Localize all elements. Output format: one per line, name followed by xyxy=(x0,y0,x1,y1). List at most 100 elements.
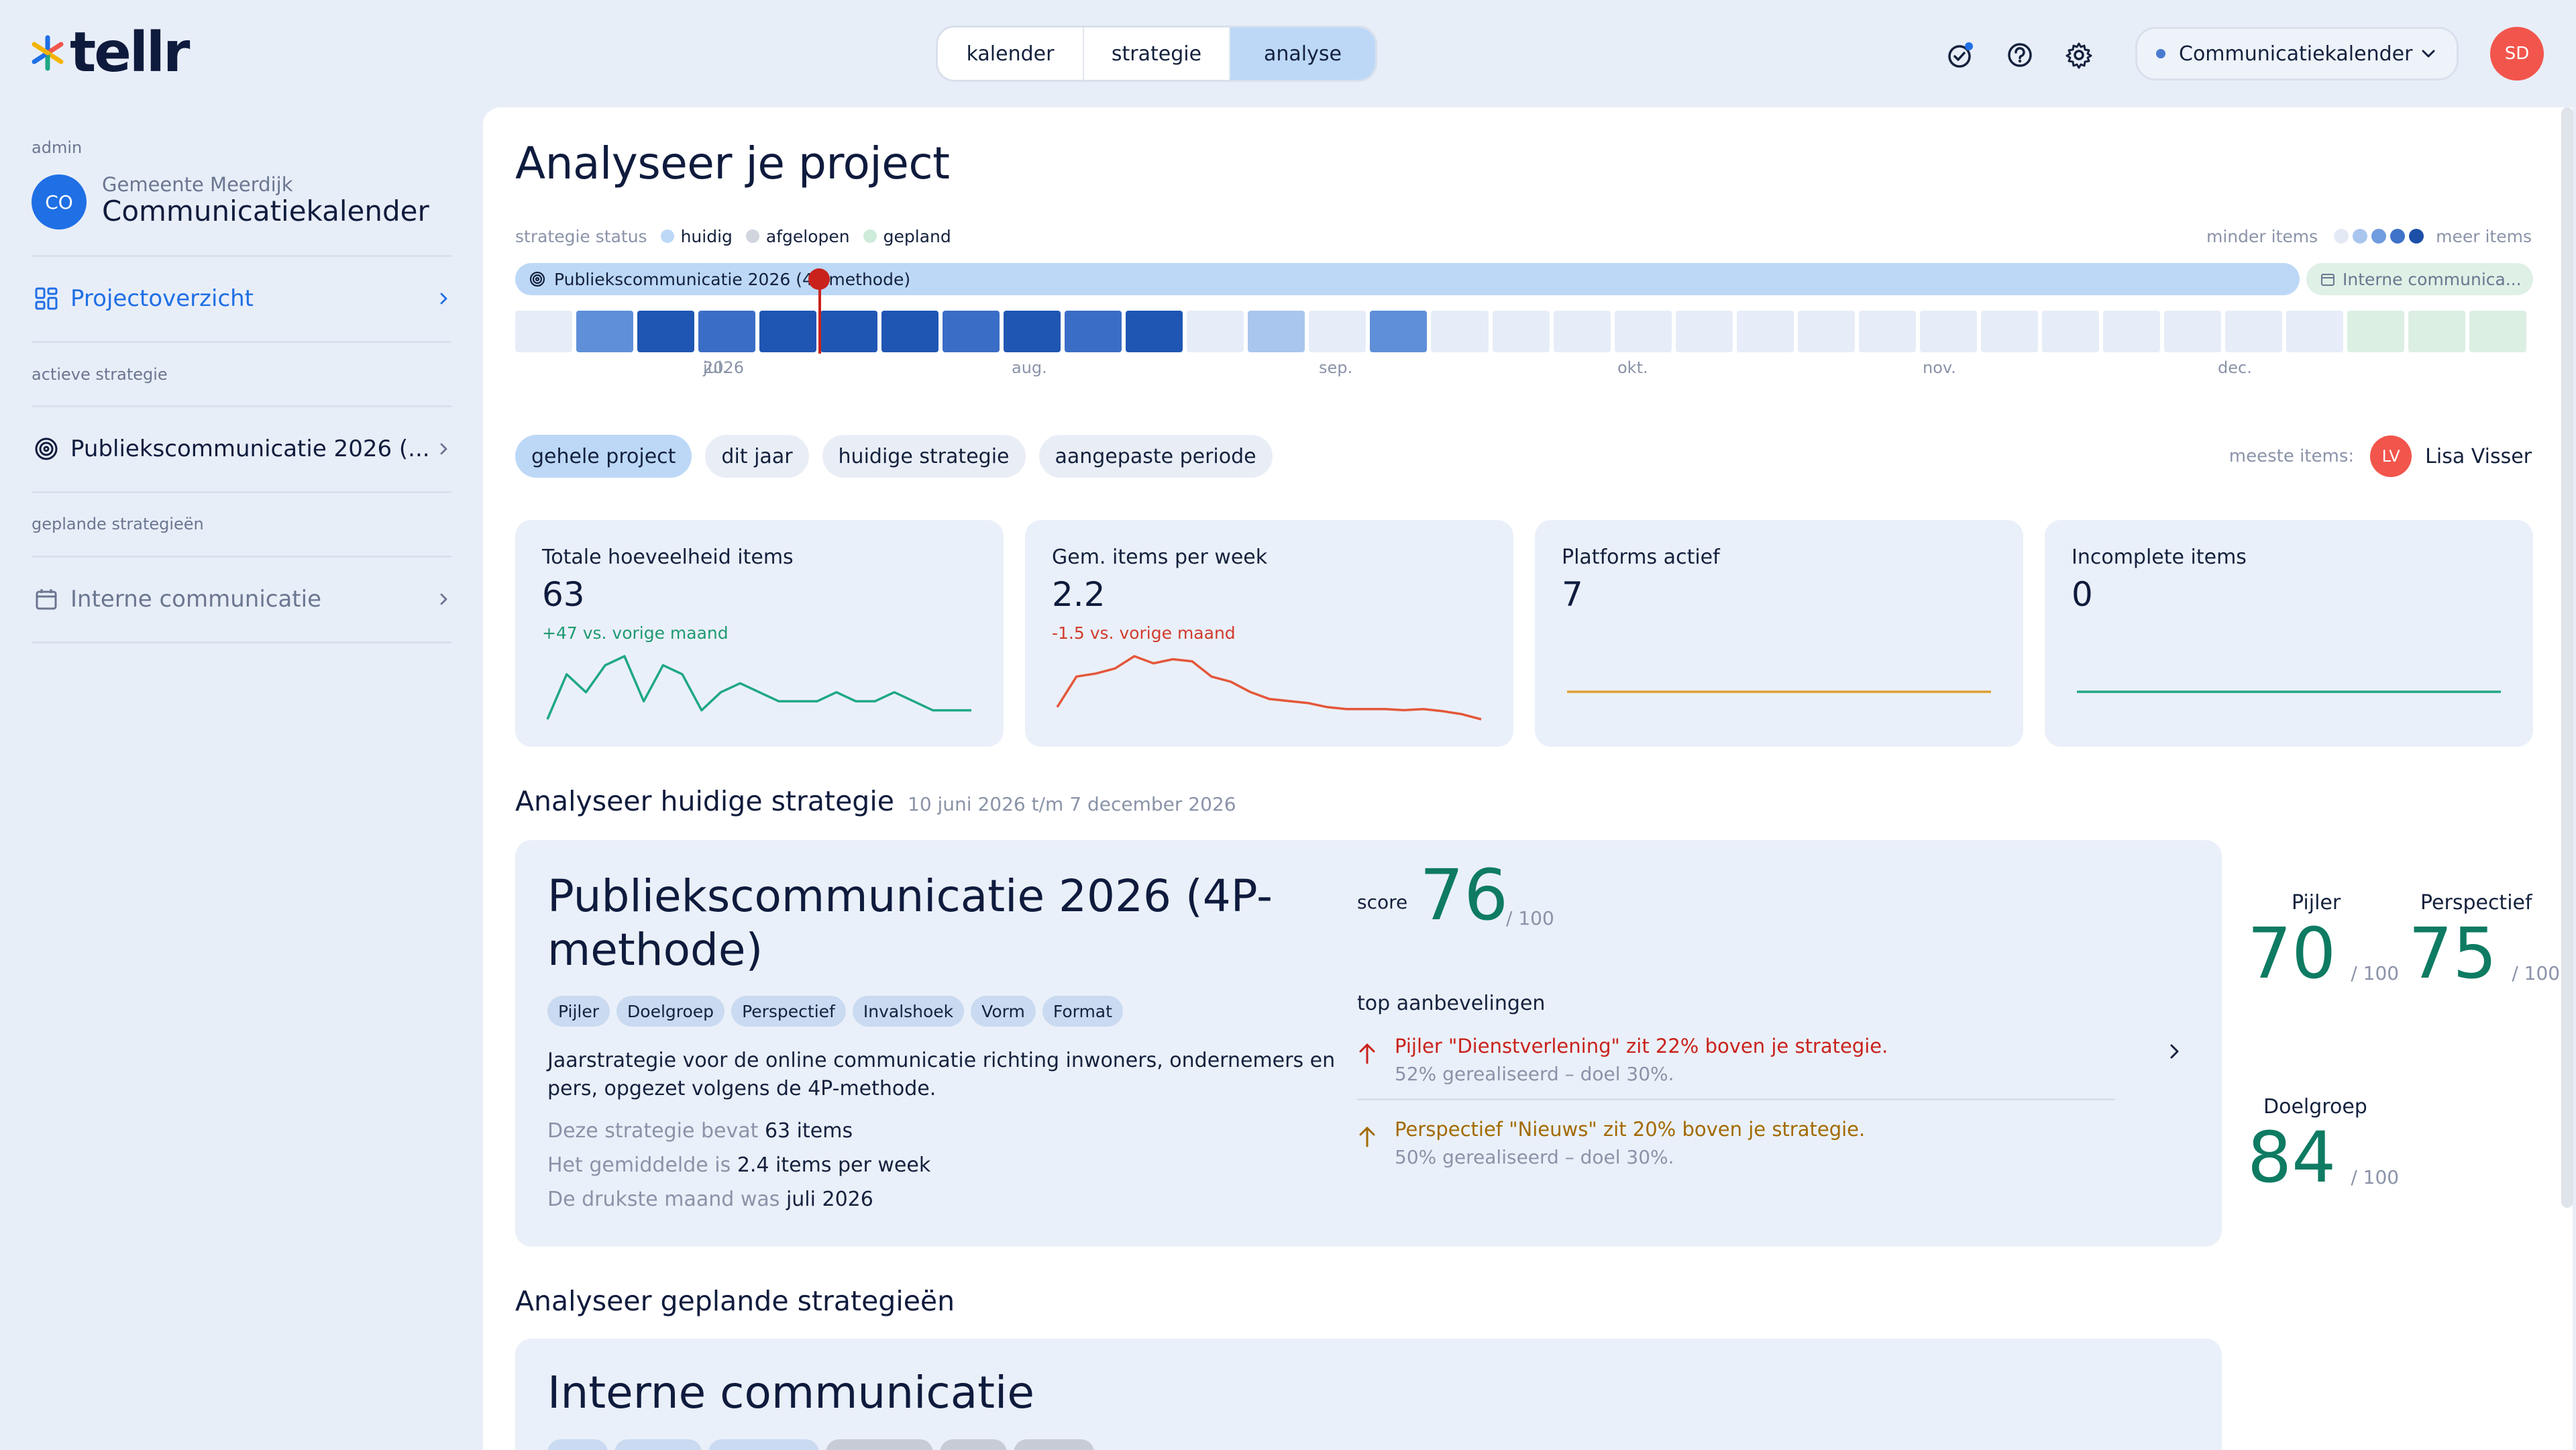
help-icon xyxy=(2008,43,2032,67)
help-button[interactable] xyxy=(2000,35,2040,75)
week-cell[interactable] xyxy=(2347,311,2404,352)
tab-strategie[interactable]: strategie xyxy=(1084,28,1230,80)
kpi-title: Totale hoeveelheid items xyxy=(542,546,794,569)
week-cell[interactable] xyxy=(1614,311,1672,352)
chevron-down-icon xyxy=(2422,50,2435,58)
tasks-button[interactable] xyxy=(1941,35,1981,75)
week-cell[interactable] xyxy=(943,311,1000,352)
legend-item-label: afgelopen xyxy=(765,226,850,246)
tab-kalender[interactable]: kalender xyxy=(938,28,1084,80)
week-cell[interactable] xyxy=(698,311,756,352)
stat-label: De drukste maand was xyxy=(547,1188,780,1211)
divider xyxy=(1357,1098,2115,1100)
subscore-label: Doelgroep xyxy=(2263,1095,2367,1119)
strategy-tag: Pijler xyxy=(547,996,610,1027)
week-cell[interactable] xyxy=(1187,311,1244,352)
week-cell[interactable] xyxy=(1736,311,1794,352)
week-cell[interactable] xyxy=(1309,311,1366,352)
sidebar-item-label: Publiekscommunicatie 2026 (... xyxy=(70,435,430,462)
sidebar-item-planned-strategy[interactable]: Interne communicatie xyxy=(32,576,451,623)
timeline-strategy-label: Publiekscommunicatie 2026 (4P-methode) xyxy=(554,269,911,289)
week-cell[interactable] xyxy=(1858,311,1916,352)
week-cell[interactable] xyxy=(1492,311,1550,352)
filter-gehele-project[interactable]: gehele project xyxy=(515,435,692,478)
week-cell[interactable] xyxy=(2041,311,2099,352)
week-cell[interactable] xyxy=(576,311,634,352)
most-items-user: meeste items: LV Lisa Visser xyxy=(2229,435,2532,477)
user-avatar[interactable]: SD xyxy=(2490,27,2544,81)
week-cell[interactable] xyxy=(1797,311,1855,352)
sidebar-item-active-strategy[interactable]: Publiekscommunicatie 2026 (... xyxy=(32,425,451,472)
kpi-title: Gem. items per week xyxy=(1052,546,1268,569)
week-cell[interactable] xyxy=(881,311,939,352)
month-year: 2026 xyxy=(703,358,745,377)
divider xyxy=(32,641,451,643)
week-cell[interactable] xyxy=(820,311,878,352)
target-icon xyxy=(529,271,545,287)
legend-swatch xyxy=(863,229,877,243)
week-cell[interactable] xyxy=(1004,311,1061,352)
week-cell[interactable] xyxy=(2224,311,2282,352)
calendar-icon xyxy=(2321,274,2334,286)
active-strategy-section-label: actieve strategie xyxy=(32,365,168,384)
week-cell[interactable] xyxy=(1065,311,1122,352)
settings-button[interactable] xyxy=(2059,35,2099,75)
week-cell[interactable] xyxy=(759,311,817,352)
filter-dit-jaar[interactable]: dit jaar xyxy=(705,435,809,478)
timeline-current-strategy[interactable]: Publiekscommunicatie 2026 (4P-methode) xyxy=(515,263,2300,295)
timeline-next-strategy[interactable]: Interne communica... xyxy=(2306,263,2533,295)
calendar-icon xyxy=(36,589,57,610)
recommendation-text: Perspectief "Nieuws" zit 20% boven je st… xyxy=(1395,1118,1866,1141)
today-marker-handle[interactable] xyxy=(808,268,830,290)
week-cell[interactable] xyxy=(1370,311,1428,352)
week-cell[interactable] xyxy=(2102,311,2160,352)
chevron-right-icon[interactable] xyxy=(2164,1041,2184,1061)
stat-value: juli 2026 xyxy=(786,1188,873,1211)
week-cell[interactable] xyxy=(1980,311,2038,352)
week-cell[interactable] xyxy=(1431,311,1489,352)
project-name[interactable]: Communicatiekalender xyxy=(102,195,429,227)
strategy-tag: Format xyxy=(1042,996,1123,1027)
week-cell[interactable] xyxy=(515,311,573,352)
timeline-heatmap xyxy=(515,311,2527,352)
kpi-value: 2.2 xyxy=(1052,575,1106,614)
divider xyxy=(32,341,451,343)
filter-huidige-strategie[interactable]: huidige strategie xyxy=(822,435,1026,478)
project-avatar: CO xyxy=(32,174,87,229)
tab-analyse[interactable]: analyse xyxy=(1230,28,1375,80)
calendar-selector[interactable]: Communicatiekalender xyxy=(2135,27,2459,81)
week-cell[interactable] xyxy=(1126,311,1183,352)
avatar[interactable]: LV xyxy=(2370,435,2412,477)
scrollbar[interactable] xyxy=(2561,107,2573,1208)
divider xyxy=(32,491,451,493)
week-cell[interactable] xyxy=(2408,311,2465,352)
filter-aangepaste-periode[interactable]: aangepaste periode xyxy=(1038,435,1273,478)
strategy-description: Jaarstrategie voor de online communicati… xyxy=(547,1049,1336,1100)
month-label: okt. xyxy=(1617,358,1648,377)
strategy-tag: Doelgroep xyxy=(616,996,725,1027)
week-cell[interactable] xyxy=(1553,311,1611,352)
week-cell[interactable] xyxy=(2286,311,2343,352)
sidebar-item-projectoverzicht[interactable]: Projectoverzicht xyxy=(32,275,451,322)
sparkline-path xyxy=(1056,655,1482,721)
kpi-sparkline xyxy=(2077,690,2501,693)
week-cell[interactable] xyxy=(1675,311,1733,352)
score-label: score xyxy=(1357,891,1408,913)
score-value: 76 xyxy=(1419,854,1509,936)
kpi-title: Platforms actief xyxy=(1562,546,1720,569)
sidebar-item-label: Interne communicatie xyxy=(70,586,321,613)
tellr-burst-icon xyxy=(32,35,64,71)
week-cell[interactable] xyxy=(637,311,695,352)
subscore-value: 75 xyxy=(2408,913,2498,994)
week-cell[interactable] xyxy=(1919,311,1977,352)
current-strategy-period: 10 juni 2026 t/m 7 december 2026 xyxy=(908,793,1236,815)
subscore-perspectief: Perspectief 75/ 100 xyxy=(2408,891,2560,988)
week-cell[interactable] xyxy=(1248,311,1305,352)
legend-swatch xyxy=(660,229,674,243)
current-strategy-section-title: Analyseer huidige strategie xyxy=(515,785,894,817)
week-cell[interactable] xyxy=(2469,311,2527,352)
week-cell[interactable] xyxy=(2163,311,2221,352)
subscore-max: / 100 xyxy=(2351,1166,2400,1188)
tellr-logo[interactable]: tellr xyxy=(30,23,190,83)
legend-item-label: huidig xyxy=(680,226,733,246)
